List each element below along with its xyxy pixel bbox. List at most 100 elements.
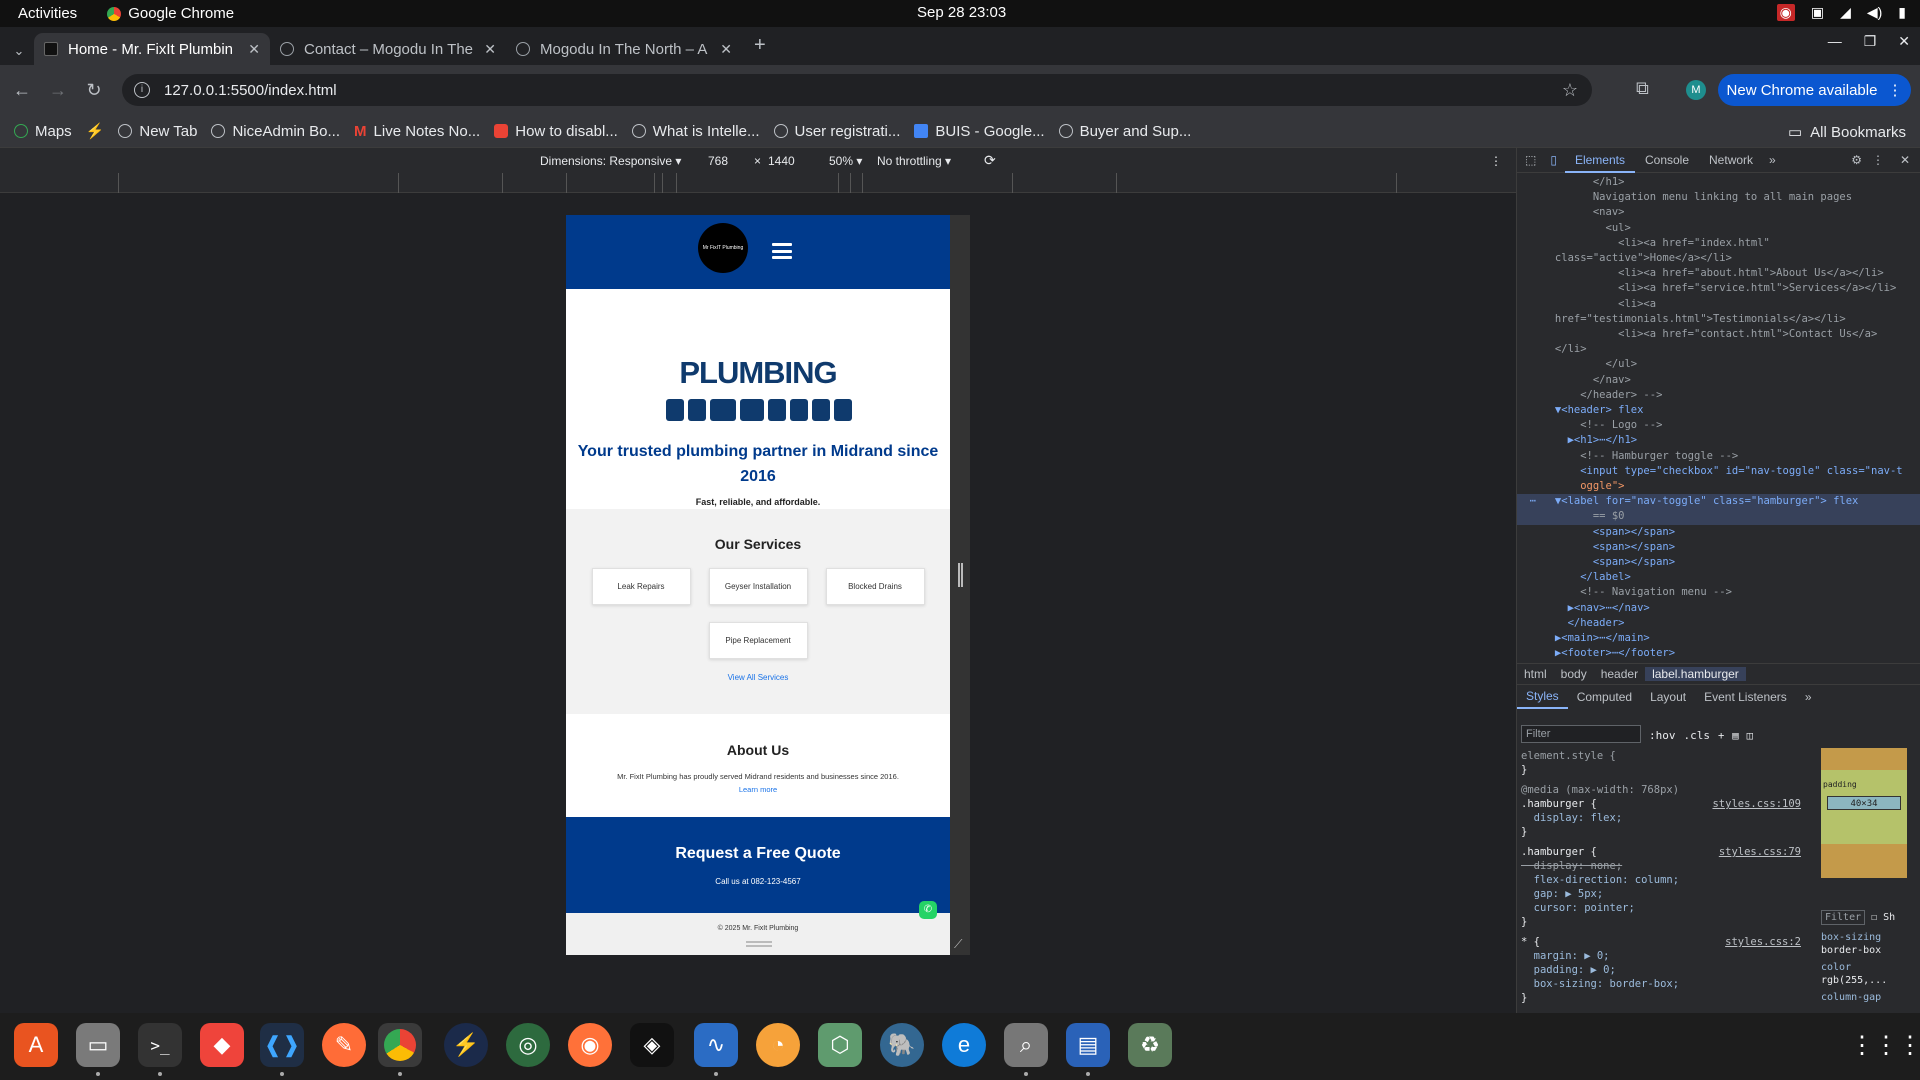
bookmark-star-icon[interactable]: ☆ — [1562, 80, 1578, 101]
vscode-icon[interactable]: ❰❱ — [260, 1023, 304, 1067]
dom-line[interactable]: <input type="checkbox" id="nav-toggle" c… — [1517, 464, 1920, 479]
style-line[interactable]: flex-direction: column; — [1521, 873, 1807, 887]
dom-line[interactable]: <li><a — [1517, 297, 1920, 312]
computed-prop[interactable]: box-sizing — [1821, 931, 1917, 944]
blender-icon[interactable]: ◔ — [756, 1023, 800, 1067]
dom-line[interactable]: </label> — [1517, 570, 1920, 585]
dom-line[interactable]: <!-- Logo --> — [1517, 418, 1920, 433]
tab-mogodu[interactable]: Mogodu In The North – A ✕ — [506, 33, 742, 65]
screenshot-icon[interactable]: ⌕ — [1004, 1023, 1048, 1067]
service-card[interactable]: Geyser Installation — [708, 568, 808, 605]
more-tabs-icon[interactable]: » — [1796, 690, 1821, 704]
dom-line[interactable]: </header> — [1517, 616, 1920, 631]
style-line[interactable]: box-sizing: border-box; — [1521, 977, 1807, 991]
page-preview[interactable]: Mr FixIT Plumbing PLUMBING Your trusted … — [566, 215, 950, 955]
app-center-icon[interactable]: A — [14, 1023, 58, 1067]
forward-icon[interactable]: → — [40, 80, 76, 101]
extensions-icon[interactable]: ⧉ — [1636, 78, 1649, 99]
style-rule-header[interactable]: .hamburger {styles.css:79 — [1521, 845, 1807, 859]
tab-computed[interactable]: Computed — [1568, 690, 1641, 704]
cls-button[interactable]: .cls — [1684, 729, 1711, 743]
bookmark-unnamed[interactable]: ⚡ — [86, 122, 105, 140]
devtools-menu-icon[interactable]: ⋮ — [1872, 153, 1884, 167]
dom-line[interactable]: <li><a href="contact.html">Contact Us</a… — [1517, 327, 1920, 342]
anydesk-icon[interactable]: ◆ — [200, 1023, 244, 1067]
more-options-icon[interactable]: ⋮ — [1490, 154, 1502, 168]
settings-icon[interactable]: ⚙ — [1851, 153, 1862, 167]
record-icon[interactable]: ◉ — [1776, 4, 1795, 21]
dom-line[interactable]: <li><a href="service.html">Services</a><… — [1517, 281, 1920, 296]
tab-styles[interactable]: Styles — [1517, 685, 1568, 709]
tab-event-listeners[interactable]: Event Listeners — [1695, 690, 1796, 704]
tab-layout[interactable]: Layout — [1641, 690, 1695, 704]
dom-tree[interactable]: </h1> Navigation menu linking to all mai… — [1517, 173, 1920, 663]
tab-search-button[interactable]: ⌄ — [4, 43, 34, 59]
dom-line[interactable]: ▶<h1>⋯</h1> — [1517, 433, 1920, 448]
style-line[interactable]: padding: ▶ 0; — [1521, 963, 1807, 977]
hamburger-menu-icon[interactable] — [772, 243, 792, 259]
all-bookmarks-button[interactable]: ▭ All Bookmarks — [1788, 123, 1906, 142]
dimensions-select[interactable]: Dimensions: Responsive ▾ — [540, 154, 681, 168]
tab-console[interactable]: Console — [1635, 148, 1699, 173]
site-logo[interactable]: Mr FixIT Plumbing — [698, 223, 748, 273]
profile-avatar[interactable]: M — [1686, 80, 1706, 100]
computed-prop[interactable]: column-gap — [1821, 991, 1917, 1004]
app-menu[interactable]: Google Chrome — [107, 5, 234, 22]
dom-line[interactable]: <span></span> — [1517, 540, 1920, 555]
service-card[interactable]: Leak Repairs — [591, 568, 691, 605]
system-tray[interactable]: ◉ ▣ ◢ ◀) ▮ — [1776, 4, 1906, 21]
close-tab-icon[interactable]: ✕ — [248, 41, 260, 58]
source-link[interactable]: styles.css:2 — [1725, 935, 1801, 949]
reload-icon[interactable]: ↻ — [76, 80, 112, 101]
dom-line[interactable]: ▶<footer>⋯</footer> — [1517, 646, 1920, 661]
thunder-icon[interactable]: ⚡ — [444, 1023, 488, 1067]
whatsapp-icon[interactable]: ✆ — [919, 901, 937, 919]
bookmark-live-notes[interactable]: M Live Notes No... — [354, 123, 480, 140]
dom-line[interactable]: class="active">Home</a></li> — [1517, 251, 1920, 266]
dom-line[interactable]: oggle"> — [1517, 479, 1920, 494]
sidebar-toggle-icon[interactable]: ◫ — [1747, 729, 1753, 743]
style-line[interactable]: margin: ▶ 0; — [1521, 949, 1807, 963]
dom-line[interactable]: Navigation menu linking to all main page… — [1517, 190, 1920, 205]
style-line[interactable]: cursor: pointer; — [1521, 901, 1807, 915]
close-devtools-icon[interactable]: ✕ — [1900, 153, 1910, 167]
dom-line[interactable]: <ul> — [1517, 221, 1920, 236]
dom-line[interactable]: href="testimonials.html">Testimonials</a… — [1517, 312, 1920, 327]
pgadmin-icon[interactable]: 🐘 — [880, 1023, 924, 1067]
dom-line[interactable]: </li> — [1517, 342, 1920, 357]
system-monitor-icon[interactable]: ∿ — [694, 1023, 738, 1067]
dom-line[interactable]: <li><a href="about.html">About Us</a></l… — [1517, 266, 1920, 281]
dom-line-selected[interactable]: == $0 — [1517, 509, 1920, 525]
breadcrumb-item[interactable]: header — [1594, 667, 1645, 681]
bookmark-user-reg[interactable]: User registrati... — [773, 123, 900, 140]
dom-line[interactable]: <!-- Navigation menu --> — [1517, 585, 1920, 600]
source-link[interactable]: styles.css:79 — [1719, 845, 1801, 859]
inspect-icon[interactable]: ⬚ — [1517, 153, 1542, 167]
dom-line-selected[interactable]: ⋯ ▼<label for="nav-toggle" class="hambur… — [1517, 494, 1920, 510]
bookmark-what-is[interactable]: What is Intelle... — [631, 123, 760, 140]
wifi-icon[interactable]: ◢ — [1840, 4, 1851, 21]
new-chrome-button[interactable]: New Chrome available ⋮ — [1718, 74, 1911, 106]
dom-line[interactable]: <!-- Hamburger toggle --> — [1517, 449, 1920, 464]
site-info-icon[interactable]: i — [134, 82, 150, 98]
show-all-checkbox[interactable]: ☐ — [1871, 911, 1877, 924]
tab-elements[interactable]: Elements — [1564, 148, 1635, 173]
dom-line[interactable]: </nav> — [1517, 373, 1920, 388]
chrome-icon[interactable] — [378, 1023, 422, 1067]
tab-home[interactable]: Home - Mr. FixIt Plumbin ✕ — [34, 33, 270, 65]
dom-line[interactable]: ▼<header> flex — [1517, 403, 1920, 418]
battery-icon[interactable]: ▮ — [1898, 4, 1906, 21]
zoom-select[interactable]: 50% ▾ — [829, 154, 862, 168]
minimize-icon[interactable]: — — [1828, 33, 1842, 50]
trash-icon[interactable]: ♻ — [1128, 1023, 1172, 1067]
tab-network[interactable]: Network — [1699, 148, 1763, 173]
learn-more-link[interactable]: Learn more — [739, 785, 777, 794]
width-input[interactable]: 768 — [708, 154, 728, 168]
new-tab-button[interactable]: + — [754, 34, 766, 57]
address-bar[interactable]: i 127.0.0.1:5500/index.html ☆ — [122, 74, 1592, 106]
throttle-select[interactable]: No throttling ▾ — [877, 154, 951, 168]
hov-button[interactable]: :hov — [1649, 729, 1676, 743]
resize-handle-bottom[interactable] — [746, 941, 772, 947]
dom-line[interactable]: </header> --> — [1517, 388, 1920, 403]
unity-icon[interactable]: ◈ — [630, 1023, 674, 1067]
